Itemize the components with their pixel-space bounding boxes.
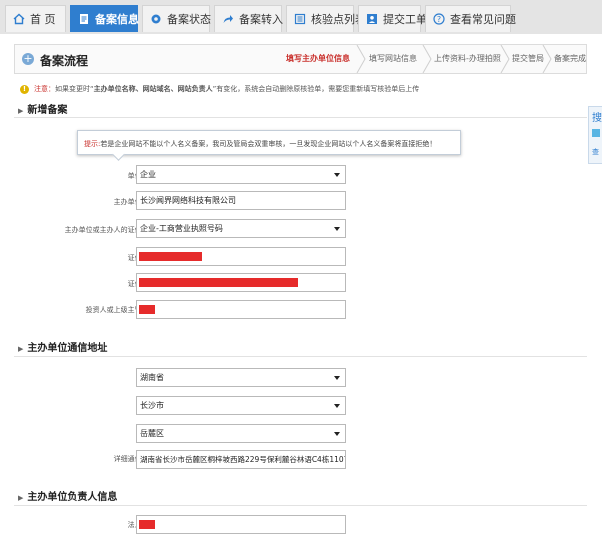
process-title: 备案流程	[40, 54, 89, 68]
redaction-mark	[139, 252, 202, 261]
enterprise-tip: 提示:若是企业网站不能以个人名义备案，我司及管局会双重审核，一旦发现企业网站以个…	[77, 130, 461, 155]
plus-circle-icon: +	[22, 52, 34, 65]
tab-record-transfer[interactable]: 备案转入	[214, 5, 283, 32]
step-chevron	[500, 45, 510, 73]
section-arrow-icon: ▶	[18, 494, 24, 502]
tab-record-status[interactable]: 备案状态	[142, 5, 211, 32]
tip-prefix: 提示:	[84, 140, 101, 148]
notice-highlight: 主办单位名称、网站域名、网站负责人	[93, 85, 213, 93]
gear-icon	[150, 13, 162, 25]
tab-record-info-label: 备案信息	[95, 13, 139, 26]
section-arrow-icon: ▶	[18, 345, 24, 353]
redaction-mark	[139, 305, 155, 314]
province-value: 湖南省	[140, 373, 164, 382]
tab-record-info[interactable]: 备案信息	[70, 5, 139, 32]
section-arrow-icon: ▶	[18, 107, 24, 115]
id-type-select[interactable]: 企业-工商营业执照号码	[136, 219, 346, 238]
tab-checkpoint-list[interactable]: 核验点列表	[286, 5, 366, 32]
tab-faq-label: 查看常见问题	[450, 13, 516, 26]
tab-submit-ticket[interactable]: 提交工单	[358, 5, 427, 32]
city-select[interactable]: 长沙市	[136, 396, 346, 415]
tip-text: 若是企业网站不能以个人名义备案，我司及管局会双重审核，一旦发现企业网站以个人名义…	[100, 140, 437, 148]
home-icon	[13, 13, 25, 25]
list-icon	[294, 13, 306, 25]
tab-home[interactable]: 首 页	[5, 5, 66, 32]
tab-submit-ticket-label: 提交工单	[383, 13, 427, 26]
question-icon: ?	[433, 13, 445, 25]
step-complete: 备案完成	[554, 54, 586, 63]
section-address: ▶ 主办单位通信地址	[18, 339, 107, 354]
unit-type-value: 企业	[140, 170, 156, 179]
notice-text-1: 如果变更时“	[55, 85, 94, 93]
change-notice: ! 注意：如果变更时“主办单位名称、网站域名、网站负责人”有变化，系统会自动删除原…	[20, 84, 419, 94]
divider	[14, 117, 587, 118]
unit-name-value: 长沙闻界网络科技有限公司	[140, 196, 236, 205]
section-person-title: 主办单位负责人信息	[27, 492, 118, 503]
process-bar: + 备案流程 填写主办单位信息 填写网站信息 上传资料-办理拍照 提交管局 备案…	[14, 44, 587, 74]
tab-record-transfer-label: 备案转入	[239, 13, 283, 26]
redaction-mark	[139, 278, 298, 287]
legal-name-input[interactable]	[136, 515, 346, 534]
step-chevron	[542, 45, 552, 73]
step-chevron	[356, 45, 366, 73]
notice-text-2: ”有变化，系统会自动删除原核验单，需要您重新填写核验单后上传	[212, 85, 420, 93]
city-value: 长沙市	[140, 401, 164, 410]
section-person: ▶ 主办单位负责人信息	[18, 488, 117, 503]
divider	[14, 356, 587, 357]
id-number-input[interactable]	[136, 247, 346, 266]
side-panel-edge[interactable]: 搜 查	[588, 106, 602, 164]
section-new-record: ▶ 新增备案	[18, 101, 67, 116]
investor-input[interactable]	[136, 300, 346, 319]
tab-record-status-label: 备案状态	[167, 13, 211, 26]
side-panel-glyph: 搜	[592, 113, 602, 124]
step-upload-photo: 上传资料-办理拍照	[434, 54, 501, 63]
section-new-record-title: 新增备案	[27, 105, 68, 116]
side-panel-link[interactable]: 查	[592, 147, 599, 157]
svg-text:?: ?	[437, 15, 441, 24]
step-chevron	[422, 45, 432, 73]
warning-icon: !	[20, 84, 29, 94]
district-select[interactable]: 岳麓区	[136, 424, 346, 443]
province-select[interactable]: 湖南省	[136, 368, 346, 387]
step-submit-bureau: 提交管局	[512, 54, 544, 63]
id-type-value: 企业-工商营业执照号码	[140, 224, 223, 233]
redaction-mark	[139, 520, 155, 529]
district-value: 岳麓区	[140, 429, 164, 438]
section-address-title: 主办单位通信地址	[27, 343, 108, 354]
notice-prefix: 注意：	[34, 85, 55, 93]
id-address-input[interactable]	[136, 273, 346, 292]
tab-faq[interactable]: ? 查看常见问题	[425, 5, 516, 32]
detail-address-input[interactable]: 湖南省长沙市岳麓区桐梓坡西路229号保利麓谷林语C4栋1107	[136, 450, 346, 469]
share-arrow-icon	[222, 13, 234, 25]
unit-type-select[interactable]: 企业	[136, 165, 346, 184]
step-fill-unit-info: 填写主办单位信息	[286, 54, 350, 63]
user-icon	[366, 13, 378, 25]
side-panel-square-icon	[592, 129, 600, 137]
tab-home-label: 首 页	[30, 13, 56, 26]
step-fill-site-info: 填写网站信息	[369, 54, 417, 63]
divider	[14, 505, 587, 506]
unit-name-input[interactable]: 长沙闻界网络科技有限公司	[136, 191, 346, 210]
document-icon	[78, 13, 90, 25]
top-nav: 首 页 备案信息 备案状态 备案转入 核验点列表 提交工单 ? 查看常见问题	[0, 0, 602, 34]
detail-address-value: 湖南省长沙市岳麓区桐梓坡西路229号保利麓谷林语C4栋1107	[140, 455, 346, 464]
